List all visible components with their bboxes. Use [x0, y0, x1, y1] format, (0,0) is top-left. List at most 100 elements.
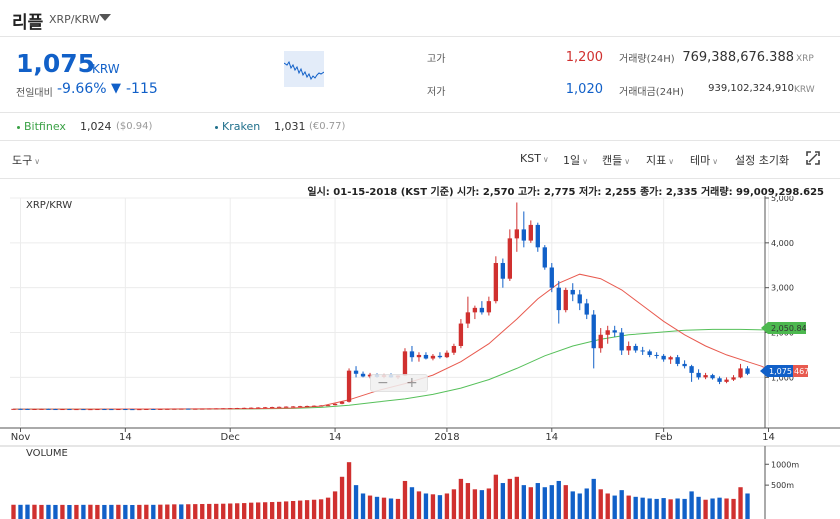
candle [731, 375, 736, 381]
volume-bar [738, 487, 743, 519]
candle-body [53, 409, 58, 411]
volume-bar [18, 504, 23, 519]
candle [535, 222, 540, 252]
candle [165, 408, 170, 410]
volume-bar [465, 483, 471, 519]
amount-label: 거래대금(24H) [619, 87, 684, 98]
candle [60, 408, 65, 411]
candle-body [95, 409, 100, 411]
coin-dropdown-icon[interactable] [99, 14, 111, 21]
ticker-summary: 1,075 KRW 전일대비 -9.66% ▼ -115 고가 1,200 저가… [0, 37, 840, 113]
low-value: 1,020 [565, 82, 603, 97]
candle-body [577, 294, 582, 304]
volume-bar [11, 504, 16, 519]
volume-bar [696, 496, 701, 519]
chevron-down-icon: ∨ [668, 157, 675, 166]
volume-bar [276, 501, 282, 519]
volume-bar [493, 474, 499, 519]
volume-bar [290, 500, 296, 519]
price-chart[interactable]: 5,0004,0003,0002,0001,000Nov14Dec1420181… [0, 196, 840, 519]
x-tick-label: Nov [11, 432, 31, 443]
coin-title: 리플 [12, 13, 44, 33]
candle [577, 289, 582, 311]
candle-body [325, 405, 331, 407]
volume-bar [242, 503, 247, 519]
high-value: 1,200 [565, 50, 603, 65]
candle-body [193, 408, 198, 410]
x-tick-label: 14 [119, 432, 132, 443]
candle [269, 406, 275, 409]
zoom-out-button[interactable]: − [377, 375, 389, 391]
reset-settings-button[interactable]: 설정 초기화 [735, 152, 789, 168]
volume-bar [745, 493, 750, 519]
candle [242, 407, 247, 409]
candle-body [500, 263, 506, 279]
exchange-name[interactable]: Bitfinex [24, 120, 66, 133]
candle [283, 406, 289, 408]
candle [689, 364, 694, 382]
main-chart-title: XRP/KRW [26, 200, 72, 211]
volume-bar [325, 497, 331, 519]
candle-body [703, 375, 708, 378]
volume-bar [633, 496, 638, 519]
candle-body [416, 354, 422, 358]
candle-body [514, 229, 519, 239]
fullscreen-icon[interactable] [806, 151, 820, 165]
candle-body [710, 375, 715, 379]
chart-canvas[interactable]: 5,0004,0003,0002,0001,000Nov14Dec1420181… [0, 196, 840, 519]
volume-bar [130, 504, 135, 519]
candle [172, 408, 177, 410]
zoom-in-button[interactable]: + [406, 375, 418, 391]
chart-toolbar: 도구 ∨ KST ∨ 1일 ∨ 캔들 ∨ 지표 ∨ 테마 ∨ 설정 초기화 [0, 141, 840, 179]
interval-menu[interactable]: 1일 ∨ [563, 152, 588, 168]
x-tick-label: Dec [221, 432, 240, 443]
theme-menu[interactable]: 테마 ∨ [690, 152, 718, 168]
volume-bar [304, 500, 310, 519]
candle [430, 354, 436, 361]
candle-body [297, 406, 303, 408]
volume-tick-label: 500m [771, 481, 794, 490]
candle-menu[interactable]: 캔들 ∨ [602, 152, 630, 168]
chevron-down-icon: ∨ [624, 157, 631, 166]
exchange-name[interactable]: Kraken [222, 120, 260, 133]
y-tick-label: 5,000 [771, 196, 794, 203]
candle [486, 296, 492, 316]
volume-bar [123, 504, 128, 519]
volume-chart-title: VOLUME [26, 448, 68, 459]
candle-body [556, 287, 561, 311]
volume-bar [144, 504, 149, 519]
candle [116, 408, 121, 411]
candle [353, 366, 359, 378]
candle-body [262, 407, 268, 409]
candle [249, 407, 254, 409]
volume-bar [388, 498, 394, 519]
exchange-dot-icon [215, 126, 218, 129]
candle-body [689, 366, 694, 373]
candle-body [626, 345, 631, 351]
volume-bar [675, 498, 680, 519]
candle-body [528, 224, 533, 241]
candle-body [633, 345, 638, 351]
candle-body [256, 407, 261, 409]
candle [256, 407, 261, 409]
volume-bar [430, 494, 436, 519]
candle [437, 352, 443, 359]
timezone-menu[interactable]: KST ∨ [520, 152, 549, 165]
tools-menu[interactable]: 도구 ∨ [12, 152, 40, 168]
volume-bar [81, 504, 86, 519]
volume-bar [556, 480, 561, 519]
candle-body [137, 409, 142, 411]
volume-bar [158, 504, 163, 519]
volume-bar [661, 498, 666, 519]
volume-bar [584, 488, 589, 519]
candle-body [200, 408, 205, 410]
volume-bar [612, 495, 617, 519]
x-tick-label: 14 [545, 432, 558, 443]
volume-bar [116, 504, 121, 519]
candle-body [235, 408, 240, 410]
candle [570, 283, 575, 302]
indicator-menu[interactable]: 지표 ∨ [646, 152, 674, 168]
candle-body [11, 408, 16, 410]
candle [304, 405, 310, 407]
candle [633, 343, 638, 353]
